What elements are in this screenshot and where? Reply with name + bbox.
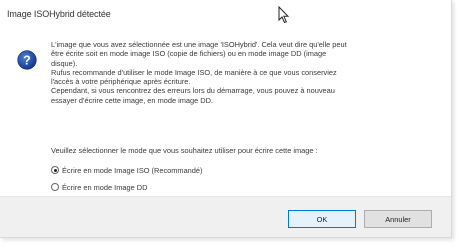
radio-button-checked[interactable]	[51, 166, 59, 174]
radio-iso-mode[interactable]: Écrire en mode Image ISO (Recommandé)	[51, 164, 202, 176]
message-line: Rufus recommande d'utiliser le mode Imag…	[51, 67, 337, 77]
message-line: Cependant, si vous rencontrez des erreur…	[51, 86, 335, 96]
mode-prompt: Veuillez sélectionner le mode que vous s…	[51, 146, 318, 155]
radio-button-unchecked[interactable]	[51, 183, 59, 191]
radio-iso-label[interactable]: Écrire en mode Image ISO (Recommandé)	[62, 166, 202, 175]
iso-hybrid-dialog: Image ISOHybrid détectée ? L'image que v…	[0, 0, 452, 238]
question-icon: ?	[17, 50, 37, 70]
message-line: disque).	[51, 58, 78, 68]
dialog-title: Image ISOHybrid détectée	[7, 9, 111, 19]
dialog-body: ? L'image que vous avez sélectionnée est…	[0, 28, 451, 196]
message-line: être écrite soit en mode image ISO (copi…	[51, 49, 327, 59]
message-line: l'accès à votre périphérique après écrit…	[51, 77, 191, 87]
dialog-titlebar: Image ISOHybrid détectée	[0, 0, 451, 28]
ok-button[interactable]: OK	[288, 210, 356, 228]
dialog-footer: OK Annuler	[0, 196, 451, 237]
mouse-cursor-icon	[278, 6, 290, 24]
svg-text:?: ?	[23, 53, 31, 67]
dialog-message: L'image que vous avez sélectionnée est u…	[51, 40, 439, 105]
radio-dd-label[interactable]: Écrire en mode Image DD	[62, 183, 147, 192]
cancel-button[interactable]: Annuler	[364, 210, 432, 228]
message-line: L'image que vous avez sélectionnée est u…	[51, 40, 347, 49]
message-line: essayer d'écrire cette image, en mode im…	[51, 95, 214, 105]
radio-dd-mode[interactable]: Écrire en mode Image DD	[51, 181, 147, 193]
